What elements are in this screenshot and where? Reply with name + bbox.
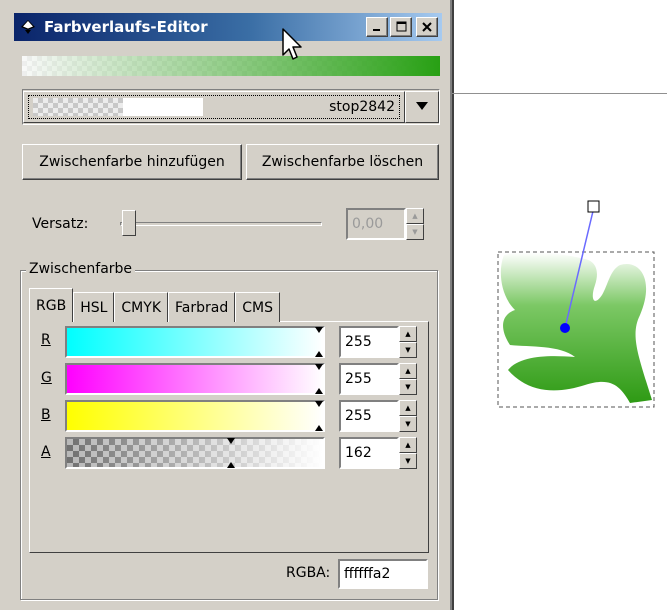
gradient-preview <box>22 56 440 76</box>
channel-a-marker[interactable] <box>227 438 235 444</box>
tab-cms[interactable]: CMS <box>235 292 280 322</box>
channel-a-marker-bottom <box>227 462 235 468</box>
channel-g-marker[interactable] <box>315 364 323 370</box>
spin-up-icon[interactable]: ▲ <box>399 326 417 342</box>
channel-g-marker-bottom <box>315 388 323 394</box>
channel-a-value[interactable]: 162 <box>339 437 399 469</box>
channel-r-spinbox[interactable]: 255 ▲ ▼ <box>339 326 417 358</box>
channel-r-slider[interactable] <box>65 326 325 358</box>
channel-r-label: R <box>41 332 51 348</box>
title-bar[interactable]: Farbverlaufs-Editor <box>14 13 442 41</box>
canvas-page-border <box>452 93 667 94</box>
offset-spinbox[interactable]: 0,00 ▲ ▼ <box>346 208 424 240</box>
spin-up-icon[interactable]: ▲ <box>406 208 424 224</box>
channel-a-spinbox[interactable]: 162 ▲ ▼ <box>339 437 417 469</box>
maximize-button[interactable] <box>390 17 412 37</box>
channel-r-value[interactable]: 255 <box>339 326 399 358</box>
spin-down-icon[interactable]: ▼ <box>406 224 424 240</box>
offset-spin-arrows[interactable]: ▲ ▼ <box>406 208 424 240</box>
channel-r-marker[interactable] <box>315 327 323 333</box>
offset-value[interactable]: 0,00 <box>346 208 406 240</box>
channel-g-spinbox[interactable]: 255 ▲ ▼ <box>339 363 417 395</box>
channel-b-label: B <box>41 407 51 423</box>
offset-slider-thumb[interactable] <box>122 210 136 236</box>
close-icon <box>422 18 432 36</box>
stop-color-swatch <box>33 98 203 116</box>
tab-cmyk[interactable]: CMYK <box>114 292 168 322</box>
triangle-down-icon <box>415 99 429 115</box>
channel-a-slider[interactable] <box>65 437 325 469</box>
channel-b-spinbox[interactable]: 255 ▲ ▼ <box>339 400 417 432</box>
channel-g-gradient <box>67 365 323 393</box>
color-mode-tabs: RGB HSL CMYK Farbrad CMS <box>29 288 280 322</box>
minimize-icon <box>372 18 382 36</box>
maximize-icon <box>396 18 407 36</box>
spin-up-icon[interactable]: ▲ <box>399 363 417 379</box>
inkscape-icon <box>20 19 36 35</box>
gradient-end-handle[interactable] <box>587 200 600 213</box>
channel-r-marker-bottom <box>315 351 323 357</box>
tab-hsl[interactable]: HSL <box>73 292 115 322</box>
channel-b-slider[interactable] <box>65 400 325 432</box>
spin-down-icon[interactable]: ▼ <box>399 379 417 395</box>
spin-up-icon[interactable]: ▲ <box>399 437 417 453</box>
spin-down-icon[interactable]: ▼ <box>399 342 417 358</box>
spin-down-icon[interactable]: ▼ <box>399 416 417 432</box>
stop-name: stop2842 <box>329 99 395 115</box>
channel-a-label: A <box>41 444 51 460</box>
spin-down-icon[interactable]: ▼ <box>399 453 417 469</box>
stop-dropdown[interactable]: stop2842 <box>22 89 440 125</box>
canvas-leaf-object[interactable] <box>490 195 667 420</box>
gradient-editor-dialog: Farbverlaufs-Editor stop2842 Zwischenfar… <box>0 0 454 610</box>
window-title: Farbverlaufs-Editor <box>44 18 208 36</box>
add-stop-button[interactable]: Zwischenfarbe hinzufügen <box>22 144 242 180</box>
channel-b-value[interactable]: 255 <box>339 400 399 432</box>
stop-color-group-title: Zwischenfarbe <box>26 261 136 277</box>
channel-b-gradient <box>67 402 323 430</box>
channel-g-arrows[interactable]: ▲ ▼ <box>399 363 417 395</box>
channel-b-marker[interactable] <box>315 401 323 407</box>
mouse-cursor-icon <box>282 28 306 64</box>
rgba-input[interactable]: ffffffa2 <box>338 559 428 589</box>
leaf-shape[interactable] <box>500 252 652 403</box>
offset-slider-track[interactable] <box>120 222 322 226</box>
channel-b-marker-bottom <box>315 425 323 431</box>
tab-rgb[interactable]: RGB <box>29 288 74 322</box>
tab-farbrad[interactable]: Farbrad <box>168 292 236 322</box>
close-button[interactable] <box>416 17 438 37</box>
gradient-start-handle[interactable] <box>560 323 570 333</box>
spin-up-icon[interactable]: ▲ <box>399 400 417 416</box>
stop-dropdown-body: stop2842 <box>23 91 405 123</box>
channel-g-value[interactable]: 255 <box>339 363 399 395</box>
stop-dropdown-focus: stop2842 <box>28 95 400 119</box>
dropdown-arrow-button[interactable] <box>405 91 439 123</box>
channel-b-arrows[interactable]: ▲ ▼ <box>399 400 417 432</box>
offset-label: Versatz: <box>32 216 89 232</box>
channel-a-gradient <box>67 439 323 467</box>
minimize-button[interactable] <box>366 17 388 37</box>
channel-r-gradient <box>67 328 323 356</box>
channel-g-label: G <box>41 370 52 386</box>
channel-a-arrows[interactable]: ▲ ▼ <box>399 437 417 469</box>
channel-g-slider[interactable] <box>65 363 325 395</box>
rgba-label: RGBA: <box>286 565 331 581</box>
delete-stop-button[interactable]: Zwischenfarbe löschen <box>246 144 439 180</box>
channel-r-arrows[interactable]: ▲ ▼ <box>399 326 417 358</box>
